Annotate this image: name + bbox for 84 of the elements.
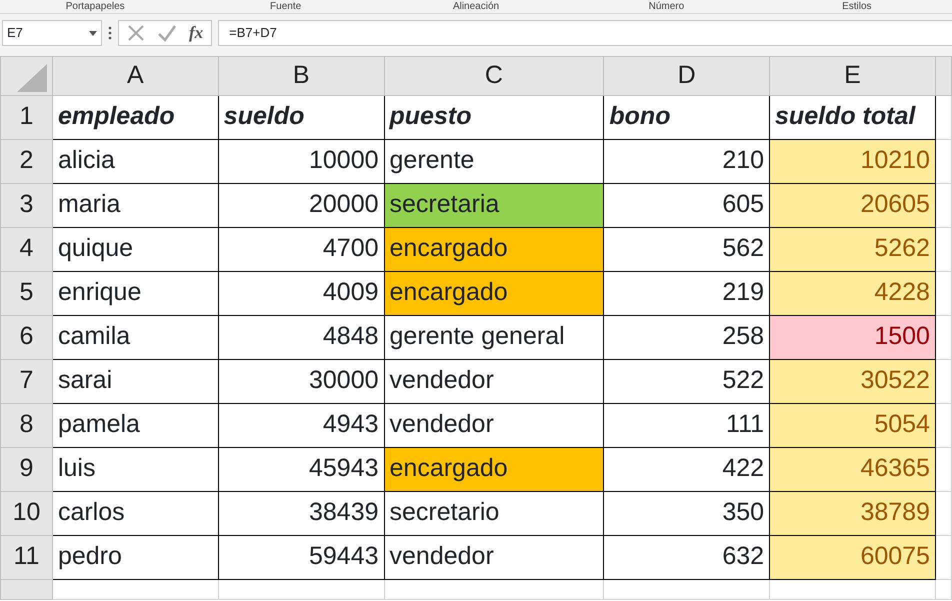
table-cell: vendedor [384,535,604,579]
ribbon-group-label: Fuente [269,0,302,13]
table-cell: pedro [52,535,218,579]
table-cell: 10000 [218,139,384,183]
table-cell: pamela [52,403,218,447]
table-cell: alicia [52,139,218,183]
table-cell: maria [52,183,218,227]
row-header[interactable]: 2 [0,139,52,183]
table-cell: 45943 [218,447,384,491]
table-cell: vendedor [384,359,604,403]
row-header[interactable]: 7 [0,359,52,403]
column-header[interactable]: E [770,56,936,95]
table-cell: vendedor [384,403,604,447]
insert-function-button[interactable]: fx [189,20,204,46]
column-title-cell: bono [604,95,770,139]
table-cell: 30000 [218,359,384,403]
formula-field[interactable]: =B7+D7 [218,20,952,46]
column-title-cell: sueldo total [770,95,936,139]
table-cell: carlos [52,491,218,535]
row-header[interactable]: 11 [0,535,52,579]
table-cell: encargado [384,271,604,315]
cancel-icon[interactable] [127,24,145,42]
more-options-icon[interactable] [108,26,112,40]
table-cell: 111 [604,403,770,447]
table-cell: 605 [604,183,770,227]
ribbon-group-label: Número [648,0,686,13]
table-cell: 4228 [770,271,936,315]
table-cell: 562 [604,227,770,271]
table-cell: 258 [604,315,770,359]
table-cell: 210 [604,139,770,183]
table-cell: 4009 [218,271,384,315]
row-header[interactable]: 5 [0,271,52,315]
table-cell: 60075 [770,535,936,579]
column-header[interactable]: C [384,56,604,95]
row-header[interactable]: 6 [0,315,52,359]
table-cell: 422 [604,447,770,491]
table-cell: sarai [52,359,218,403]
table-cell: 219 [604,271,770,315]
row-header[interactable]: 9 [0,447,52,491]
table-cell: 4848 [218,315,384,359]
table-cell: 522 [604,359,770,403]
table-cell: 4943 [218,403,384,447]
table-cell: 1500 [770,315,936,359]
table-cell: 59443 [218,535,384,579]
row-header[interactable]: 3 [0,183,52,227]
table-cell: 10210 [770,139,936,183]
table-cell: 38439 [218,491,384,535]
column-header[interactable]: B [218,56,384,95]
ribbon-group-label: Portapapeles [64,0,126,13]
table-cell: 5054 [770,403,936,447]
table-cell: encargado [384,447,604,491]
table-cell: 5262 [770,227,936,271]
table-cell: 30522 [770,359,936,403]
name-box[interactable]: E7 [2,20,102,46]
table-cell: secretaria [384,183,604,227]
column-title-cell: puesto [384,95,604,139]
column-title-cell: sueldo [218,95,384,139]
table-cell: 632 [604,535,770,579]
caret-icon [89,30,97,36]
table-cell: 4700 [218,227,384,271]
table-cell: encargado [384,227,604,271]
ribbon-group-label: Estilos [841,0,873,13]
table-cell: 350 [604,491,770,535]
column-header[interactable]: A [52,56,218,95]
row-header[interactable]: 1 [0,95,52,139]
table-cell: enrique [52,271,218,315]
table-cell: gerente general [384,315,604,359]
check-icon[interactable] [157,24,177,42]
table-cell: camila [52,315,218,359]
row-header[interactable]: 10 [0,491,52,535]
select-all-corner[interactable] [0,56,52,95]
table-cell: luis [52,447,218,491]
table-cell: 38789 [770,491,936,535]
table-cell: 46365 [770,447,936,491]
row-header[interactable]: 4 [0,227,52,271]
column-header[interactable]: D [604,56,770,95]
table-cell: gerente [384,139,604,183]
column-title-cell: empleado [52,95,218,139]
table-cell: quique [52,227,218,271]
table-cell: 20000 [218,183,384,227]
ribbon-group-label: Alineación [452,0,500,13]
row-header[interactable]: 8 [0,403,52,447]
table-cell: secretario [384,491,604,535]
table-cell: 20605 [770,183,936,227]
